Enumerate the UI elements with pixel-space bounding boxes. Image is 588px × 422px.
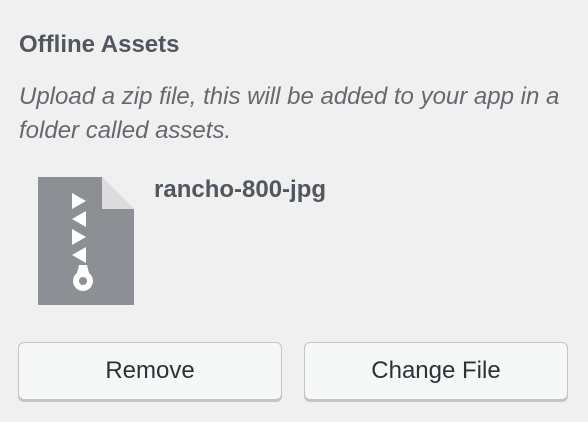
zip-archive-file-icon — [38, 177, 134, 305]
offline-assets-panel: Offline Assets Upload a zip file, this w… — [0, 0, 588, 422]
panel-title: Offline Assets — [19, 31, 180, 58]
remove-button[interactable]: Remove — [18, 342, 282, 400]
panel-description: Upload a zip file, this will be added to… — [19, 83, 560, 144]
change-file-button[interactable]: Change File — [304, 342, 568, 400]
file-name: rancho-800-jpg — [154, 176, 327, 203]
uploaded-file: rancho-800-jpg — [38, 173, 558, 305]
